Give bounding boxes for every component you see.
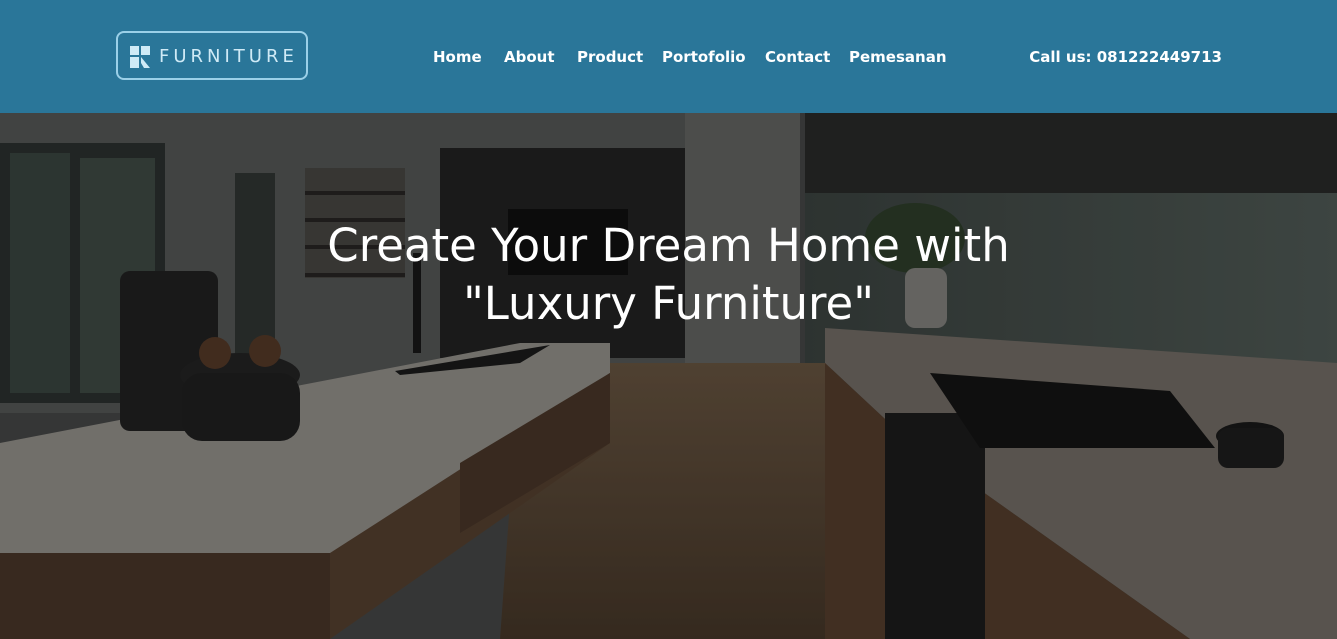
nav-home[interactable]: Home [433,47,482,67]
hero-title-line2: "Luxury Furniture" [463,277,874,330]
nav-pemesanan[interactable]: Pemesanan [849,47,947,67]
logo-mark-icon [130,46,150,68]
call-us-text[interactable]: Call us: 081222449713 [1029,47,1222,67]
nav-product[interactable]: Product [577,47,643,67]
brand-logo[interactable]: FURNITURE [116,31,308,80]
nav-about[interactable]: About [504,47,555,67]
hero-title-line1: Create Your Dream Home with [327,219,1010,272]
hero-section: Create Your Dream Home with "Luxury Furn… [0,113,1337,639]
hero-title: Create Your Dream Home with "Luxury Furn… [0,217,1337,333]
site-header: FURNITURE Home About Product Portofolio … [0,0,1337,113]
nav-contact[interactable]: Contact [765,47,830,67]
brand-name: FURNITURE [159,46,298,67]
nav-portofolio[interactable]: Portofolio [662,47,746,67]
hero-kitchen-image [0,113,1337,639]
